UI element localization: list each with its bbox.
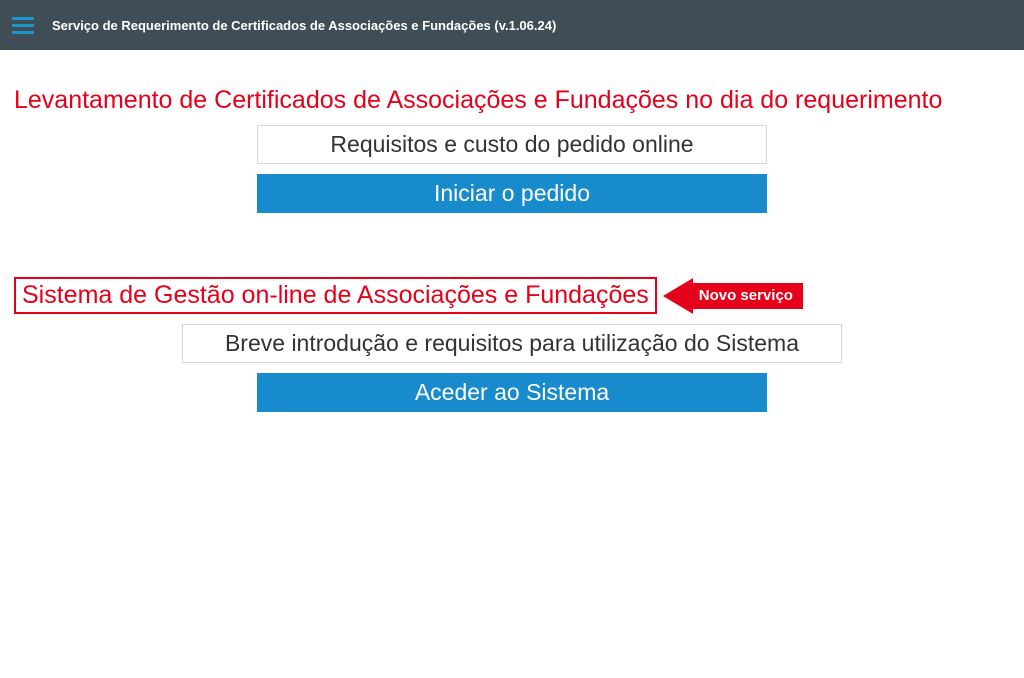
- app-header: Serviço de Requerimento de Certificados …: [0, 0, 1024, 50]
- hamburger-menu-icon[interactable]: [12, 17, 34, 34]
- section2-buttons: Breve introdução e requisitos para utili…: [10, 324, 1014, 412]
- section1-buttons: Requisitos e custo do pedido online Inic…: [10, 125, 1014, 213]
- arrow-left-icon: [663, 278, 693, 314]
- section2-header-row: Sistema de Gestão on-line de Associações…: [10, 277, 1014, 314]
- access-system-button[interactable]: Aceder ao Sistema: [257, 373, 767, 412]
- section2-title: Sistema de Gestão on-line de Associações…: [22, 281, 649, 310]
- main-content: Levantamento de Certificados de Associaç…: [0, 86, 1024, 412]
- intro-requirements-button[interactable]: Breve introdução e requisitos para utili…: [182, 324, 842, 363]
- start-request-button[interactable]: Iniciar o pedido: [257, 174, 767, 213]
- section1-title: Levantamento de Certificados de Associaç…: [10, 86, 1014, 115]
- section2-title-box: Sistema de Gestão on-line de Associações…: [14, 277, 657, 314]
- badge-label: Novo serviço: [693, 283, 803, 309]
- app-title: Serviço de Requerimento de Certificados …: [52, 18, 556, 33]
- new-service-badge: Novo serviço: [663, 278, 803, 314]
- requirements-cost-button[interactable]: Requisitos e custo do pedido online: [257, 125, 767, 164]
